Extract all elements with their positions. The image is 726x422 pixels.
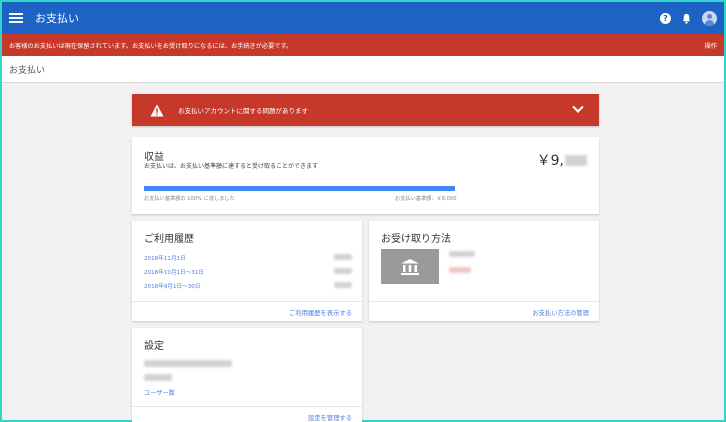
- payment-hold-banner: お客様のお支払いは現在保留されています。お支払いをお受け取りになるには、お手続き…: [2, 34, 724, 56]
- issue-text: お支払いアカウントに関する問題があります: [178, 107, 308, 115]
- page-subheader: お支払い: [2, 56, 724, 83]
- avatar[interactable]: [702, 10, 717, 26]
- payout-status-redacted: [449, 267, 471, 273]
- history-row[interactable]: 2018年9月1日～30日: [144, 282, 200, 290]
- amount-redacted: [565, 154, 587, 166]
- top-app-bar: お支払い ?: [2, 2, 724, 34]
- settings-line-redacted: [144, 360, 232, 367]
- settings-card: 設定 ユーザー数 設定を管理する: [132, 328, 362, 422]
- earnings-description: お支払いは、お支払い基準額に達すると受け取ることができます: [144, 163, 319, 170]
- history-amount-redacted: [334, 254, 352, 260]
- bank-icon: [401, 258, 419, 275]
- earnings-card: 収益 お支払いは、お支払い基準額に達すると受け取ることができます ￥9, お支払…: [132, 137, 599, 214]
- warning-icon: [150, 104, 164, 116]
- payout-method-card: お受け取り方法 お支払い方法の管理: [369, 221, 599, 321]
- hold-banner-action[interactable]: 操作: [705, 41, 717, 50]
- top-icons: ?: [660, 10, 717, 26]
- settings-title: 設定: [144, 341, 164, 352]
- settings-line-redacted: [144, 374, 172, 381]
- history-row[interactable]: 2018年10月1日～31日: [144, 268, 204, 276]
- progress-fill: [144, 186, 455, 191]
- payout-footer: お支払い方法の管理: [369, 301, 599, 321]
- settings-footer: 設定を管理する: [132, 406, 362, 422]
- history-amount-redacted: [334, 268, 352, 274]
- history-row[interactable]: 2018年11月1日: [144, 254, 186, 262]
- help-icon[interactable]: ?: [660, 12, 671, 24]
- progress-right-label: お支払い基準額：￥8,000: [395, 196, 457, 202]
- manage-settings-link[interactable]: 設定を管理する: [308, 413, 352, 422]
- bank-icon-box: [381, 249, 439, 284]
- history-title: ご利用履歴: [144, 234, 194, 245]
- users-tab[interactable]: ユーザー数: [144, 388, 175, 397]
- earnings-amount: ￥9,: [537, 150, 587, 170]
- chevron-down-icon[interactable]: [572, 101, 584, 113]
- history-card: ご利用履歴 2018年11月1日 2018年10月1日～31日 2018年9月1…: [132, 221, 362, 321]
- manage-payment-methods-link[interactable]: お支払い方法の管理: [532, 308, 589, 317]
- payout-title: お受け取り方法: [381, 234, 451, 245]
- menu-icon[interactable]: [9, 13, 23, 23]
- page-title: お支払い: [9, 65, 46, 76]
- bell-icon[interactable]: [681, 13, 692, 24]
- app-title: お支払い: [35, 12, 79, 25]
- threshold-progress-bar: [144, 186, 455, 191]
- history-footer: ご利用履歴を表示する: [132, 301, 362, 321]
- account-issue-bar[interactable]: お支払いアカウントに関する問題があります: [132, 94, 599, 126]
- hold-banner-message: お客様のお支払いは現在保留されています。お支払いをお受け取りになるには、お手続き…: [9, 42, 293, 50]
- progress-left-label: お支払い基準額の 100% に達しました: [144, 196, 235, 202]
- view-history-link[interactable]: ご利用履歴を表示する: [289, 308, 352, 317]
- amount-visible: ￥9,: [536, 153, 564, 169]
- payout-name-redacted: [449, 251, 475, 257]
- history-amount-redacted: [334, 282, 352, 288]
